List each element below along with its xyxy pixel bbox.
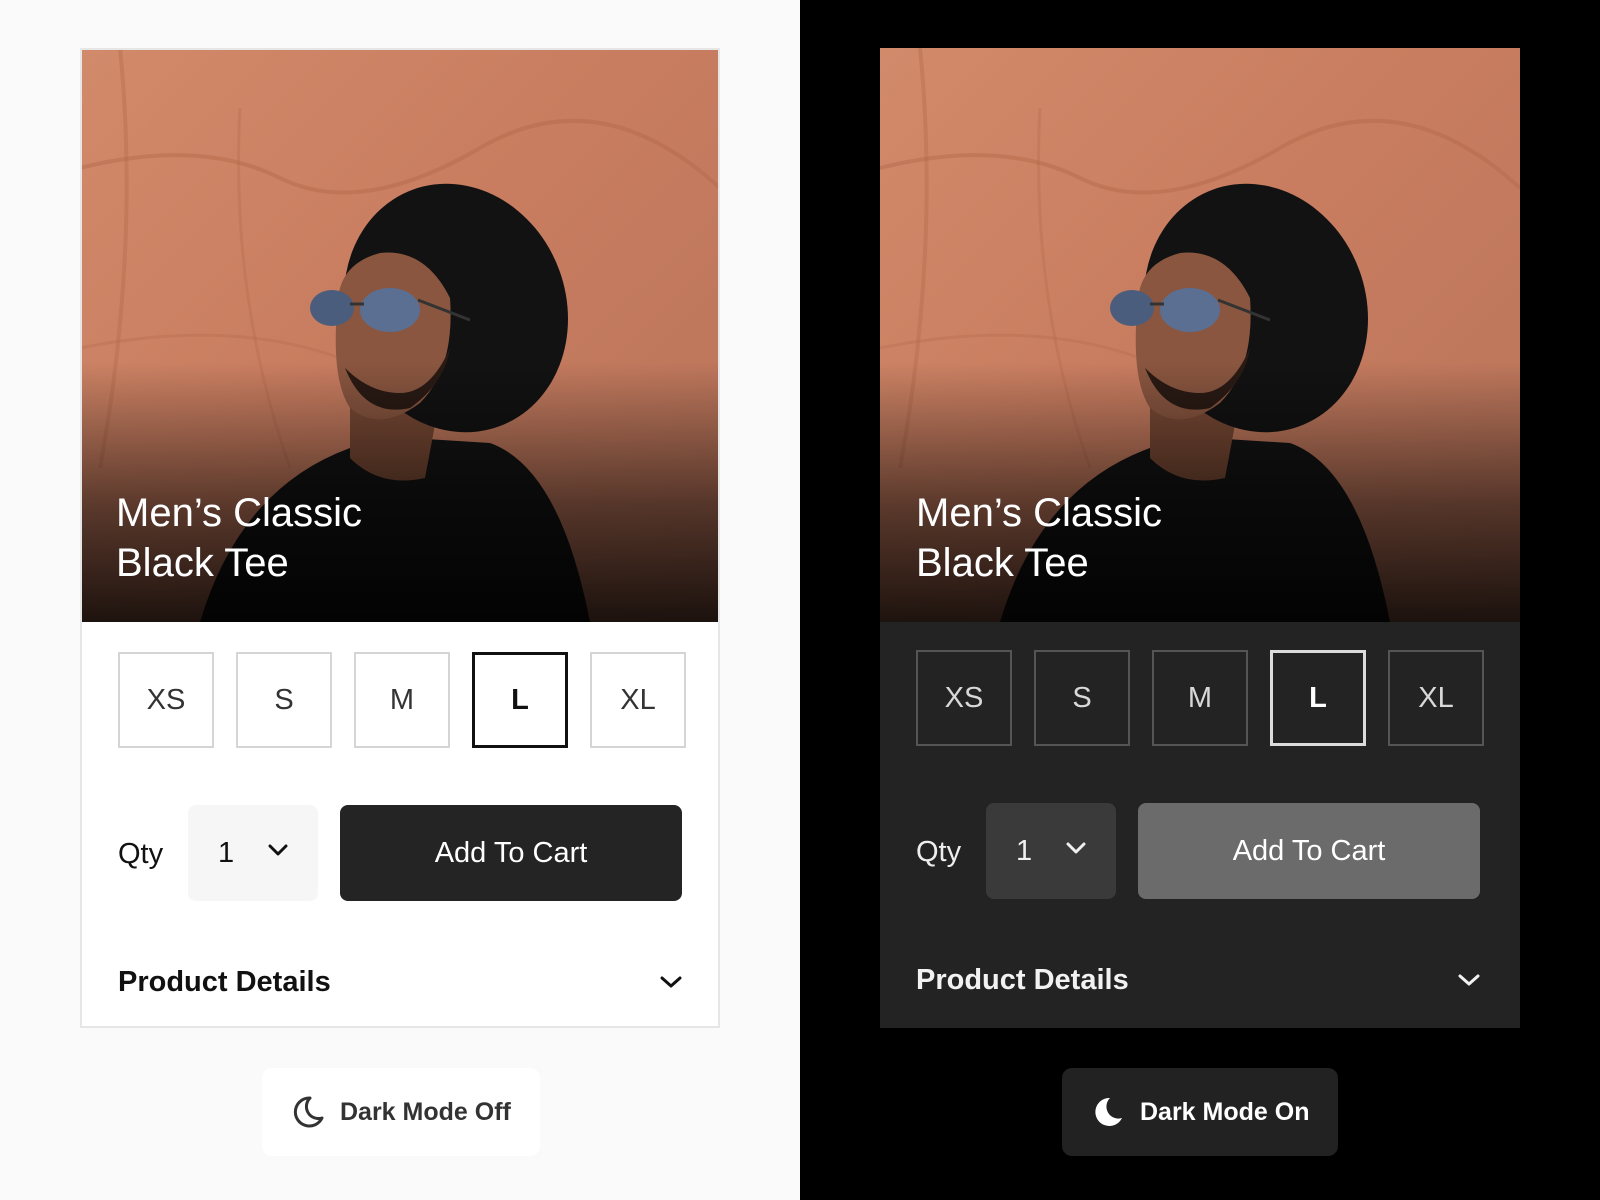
size-option-xl[interactable]: XL (590, 652, 686, 748)
size-option-xs[interactable]: XS (118, 652, 214, 748)
moon-icon (293, 1096, 324, 1128)
product-card: Men’s Classic Black Tee XS S M L XL Qty … (880, 48, 1520, 1028)
chevron-down-icon (660, 976, 682, 988)
qty-dropdown[interactable]: 1 (986, 803, 1116, 899)
dark-mode-panel: Men’s Classic Black Tee XS S M L XL Qty … (800, 0, 1600, 1200)
dark-mode-toggle[interactable]: Dark Mode On (1062, 1068, 1338, 1156)
product-photo: Men’s Classic Black Tee (880, 48, 1520, 622)
size-option-l-selected[interactable]: L (472, 652, 568, 748)
chevron-down-icon (1066, 842, 1086, 854)
qty-label: Qty (118, 838, 164, 870)
qty-value: 1 (1016, 834, 1033, 867)
product-title-line1: Men’s Classic (116, 491, 362, 535)
qty-label: Qty (916, 836, 962, 868)
product-details-label: Product Details (916, 963, 1129, 996)
dark-mode-toggle[interactable]: Dark Mode Off (262, 1068, 540, 1156)
product-details-label: Product Details (118, 965, 331, 998)
product-title: Men’s Classic Black Tee (116, 488, 362, 588)
size-option-l-selected[interactable]: L (1270, 650, 1366, 746)
product-photo: Men’s Classic Black Tee (82, 50, 718, 622)
product-title-line2: Black Tee (116, 541, 289, 585)
size-option-m[interactable]: M (1152, 650, 1248, 746)
size-option-xs[interactable]: XS (916, 650, 1012, 746)
qty-value: 1 (218, 836, 235, 869)
add-to-cart-button[interactable]: Add To Cart (1138, 803, 1480, 899)
product-title-line2: Black Tee (916, 541, 1089, 585)
chevron-down-icon (1458, 974, 1480, 986)
product-card: Men’s Classic Black Tee XS S M L XL Qty … (80, 48, 720, 1028)
size-option-s[interactable]: S (236, 652, 332, 748)
size-selector: XS S M L XL (916, 650, 1484, 746)
chevron-down-icon (268, 844, 288, 856)
moon-icon (1095, 1097, 1122, 1126)
size-option-xl[interactable]: XL (1388, 650, 1484, 746)
dark-mode-toggle-label: Dark Mode Off (340, 1097, 511, 1126)
qty-dropdown[interactable]: 1 (188, 805, 318, 901)
product-details-accordion[interactable]: Product Details (916, 960, 1480, 1000)
dark-mode-toggle-label: Dark Mode On (1140, 1097, 1310, 1126)
size-option-m[interactable]: M (354, 652, 450, 748)
size-option-s[interactable]: S (1034, 650, 1130, 746)
product-title: Men’s Classic Black Tee (916, 488, 1162, 588)
size-selector: XS S M L XL (118, 652, 686, 748)
product-title-line1: Men’s Classic (916, 491, 1162, 535)
product-details-accordion[interactable]: Product Details (118, 962, 682, 1002)
light-mode-panel: Men’s Classic Black Tee XS S M L XL Qty … (0, 0, 800, 1200)
add-to-cart-button[interactable]: Add To Cart (340, 805, 682, 901)
